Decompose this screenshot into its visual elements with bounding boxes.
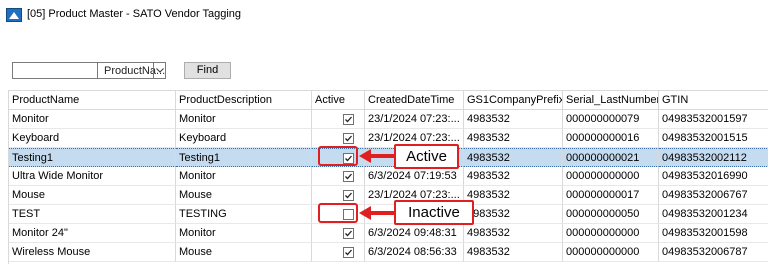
column-header[interactable]: CreatedDateTime bbox=[365, 91, 464, 110]
table-cell-name: TEST bbox=[9, 205, 176, 224]
find-button[interactable]: Find bbox=[184, 62, 231, 79]
table-cell-serial: 000000000016 bbox=[563, 129, 659, 148]
table-cell-serial: 000000000000 bbox=[563, 243, 659, 262]
active-cell bbox=[312, 224, 365, 243]
active-checkbox[interactable] bbox=[343, 171, 354, 182]
table-cell-gtin: 04983532006767 bbox=[659, 186, 768, 205]
active-cell bbox=[312, 243, 365, 262]
table-cell-desc: TESTING bbox=[176, 205, 312, 224]
table-cell-name: Testing1 bbox=[9, 148, 176, 167]
table-cell-desc: Monitor bbox=[176, 167, 312, 186]
table-cell-gtin: 04983532001597 bbox=[659, 110, 768, 129]
active-arrow-icon bbox=[359, 149, 395, 163]
table-cell-prefix: 4983532 bbox=[464, 224, 563, 243]
active-cell bbox=[312, 167, 365, 186]
table-cell-gtin: 04983532001515 bbox=[659, 129, 768, 148]
chevron-down-icon[interactable] bbox=[153, 63, 165, 78]
table-row[interactable]: Monitor 24" Monitor 6/3/2024 09:48:31 49835… bbox=[9, 224, 768, 243]
table-header: ProductName ProductDescription Active Creat… bbox=[9, 91, 768, 110]
active-checkbox[interactable] bbox=[343, 190, 354, 201]
table-cell-name: Wireless Mouse bbox=[9, 243, 176, 262]
product-table: ProductName ProductDescription Active Creat… bbox=[8, 90, 768, 264]
active-checkbox[interactable] bbox=[343, 133, 354, 144]
inactive-highlight-box bbox=[318, 203, 358, 223]
table-cell-prefix: 4983532 bbox=[464, 205, 563, 224]
table-row[interactable]: Keyboard Keyboard 23/1/2024 07:23:... 49835… bbox=[9, 129, 768, 148]
column-header[interactable]: ProductDescription bbox=[176, 91, 312, 110]
table-cell-serial: 000000000017 bbox=[563, 186, 659, 205]
table-cell-gtin: 04983532006787 bbox=[659, 243, 768, 262]
table-cell-gtin: 04983532001234 bbox=[659, 205, 768, 224]
table-cell-name: Monitor 24" bbox=[9, 224, 176, 243]
table-cell-name: Ultra Wide Monitor bbox=[9, 167, 176, 186]
active-checkbox[interactable] bbox=[343, 247, 354, 258]
table-row[interactable]: Ultra Wide Monitor Monitor 6/3/2024 07:19:… bbox=[9, 167, 768, 186]
active-callout: Active bbox=[394, 144, 459, 169]
table-cell-name: Monitor bbox=[9, 110, 176, 129]
table-cell-name: Mouse bbox=[9, 186, 176, 205]
table-cell-serial: 000000000021 bbox=[563, 148, 659, 167]
table-row[interactable]: Mouse Mouse 23/1/2024 07:23:... 4983532 0000… bbox=[9, 186, 768, 205]
table-cell-serial: 000000000050 bbox=[563, 205, 659, 224]
table-cell-prefix: 4983532 bbox=[464, 186, 563, 205]
table-cell-created: 6/3/2024 09:48:31 bbox=[365, 224, 464, 243]
column-header[interactable]: GS1CompanyPrefix bbox=[464, 91, 563, 110]
active-highlight-box bbox=[318, 146, 358, 166]
table-cell-created: 6/3/2024 07:19:53 bbox=[365, 167, 464, 186]
table-cell-desc: Monitor bbox=[176, 110, 312, 129]
table-cell-desc: Testing1 bbox=[176, 148, 312, 167]
active-checkbox[interactable] bbox=[343, 228, 354, 239]
search-input[interactable] bbox=[12, 62, 98, 79]
table-cell-desc: Keyboard bbox=[176, 129, 312, 148]
column-header[interactable]: ProductName bbox=[9, 91, 176, 110]
table-cell-prefix: 4983532 bbox=[464, 129, 563, 148]
table-row[interactable]: Wireless Mouse Mouse 6/3/2024 08:56:33 4983… bbox=[9, 243, 768, 262]
table-cell-gtin: 04983532002112 bbox=[659, 148, 768, 167]
table-cell-gtin: 04983532001598 bbox=[659, 224, 768, 243]
active-cell bbox=[312, 110, 365, 129]
window-title: [05] Product Master - SATO Vendor Taggin… bbox=[27, 8, 242, 20]
table-cell-serial: 000000000000 bbox=[563, 224, 659, 243]
table-cell-serial: 000000000000 bbox=[563, 167, 659, 186]
table-cell-prefix: 4983532 bbox=[464, 148, 563, 167]
search-field-select[interactable]: ProductNa... bbox=[98, 62, 166, 79]
title-bar: [05] Product Master - SATO Vendor Taggin… bbox=[0, 0, 768, 30]
inactive-arrow-icon bbox=[359, 206, 395, 220]
table-row[interactable]: Monitor Monitor 23/1/2024 07:23:... 4983532… bbox=[9, 110, 768, 129]
table-cell-created: 23/1/2024 07:23:... bbox=[365, 110, 464, 129]
inactive-callout: Inactive bbox=[394, 200, 474, 225]
table-cell-gtin: 04983532016990 bbox=[659, 167, 768, 186]
table-cell-serial: 000000000079 bbox=[563, 110, 659, 129]
table-cell-desc: Mouse bbox=[176, 243, 312, 262]
table-cell-desc: Monitor bbox=[176, 224, 312, 243]
table-cell-prefix: 4983532 bbox=[464, 167, 563, 186]
column-header[interactable]: Serial_LastNumber bbox=[563, 91, 659, 110]
column-header[interactable]: Active bbox=[312, 91, 365, 110]
table-cell-prefix: 4983532 bbox=[464, 243, 563, 262]
table-cell-prefix: 4983532 bbox=[464, 110, 563, 129]
app-window-icon bbox=[6, 8, 22, 22]
table-cell-desc: Mouse bbox=[176, 186, 312, 205]
column-header[interactable]: GTIN bbox=[659, 91, 768, 110]
table-cell-created: 6/3/2024 08:56:33 bbox=[365, 243, 464, 262]
table-cell-name: Keyboard bbox=[9, 129, 176, 148]
active-checkbox[interactable] bbox=[343, 114, 354, 125]
